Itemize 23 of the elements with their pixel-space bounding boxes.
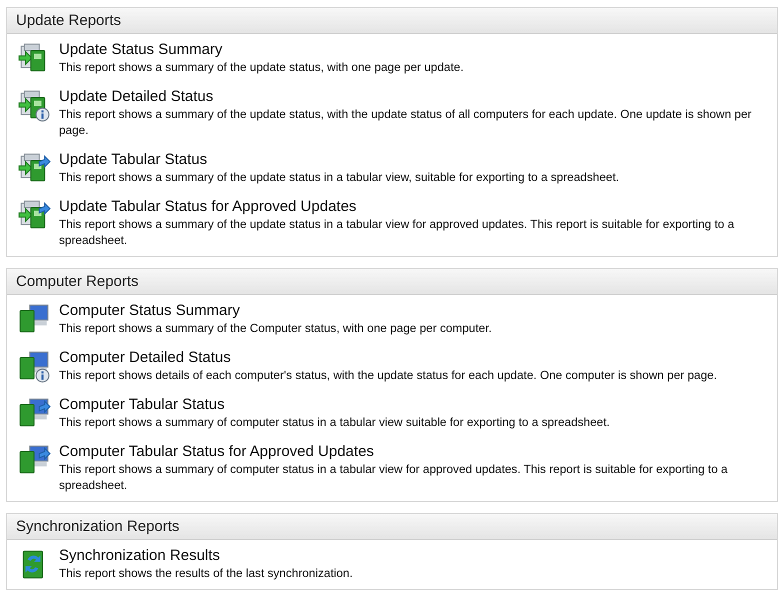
report-description: This report shows a summary of the Computer status, with one page per computer. xyxy=(59,320,492,336)
report-description: This report shows the results of the last synchronization. xyxy=(59,565,353,581)
report-description: This report shows a summary of the update status in a tabular view for approved updates. This report is suitable for exporting to a spreadsheet. xyxy=(59,216,736,248)
report-link[interactable]: Computer Detailed Status xyxy=(59,349,717,367)
report-description: This report shows a summary of computer status in a tabular view suitable for exporting to a spreadsheet. xyxy=(59,414,610,430)
report-link[interactable]: Update Detailed Status xyxy=(59,88,764,106)
report-icon xyxy=(17,88,51,122)
report-link[interactable]: Computer Tabular Status xyxy=(59,396,610,414)
section-header: Update Reports xyxy=(7,8,777,34)
report-description: This report shows a summary of computer status in a tabular view for approved updates. This report is suitable for exporting to a spreadsheet. xyxy=(59,461,729,493)
report-link[interactable]: Update Tabular Status xyxy=(59,151,619,169)
report-icon xyxy=(17,349,51,383)
section-header: Computer Reports xyxy=(7,269,777,295)
report-description: This report shows a summary of the update status, with the update status of all computers for each update. One update is shown per page. xyxy=(59,106,752,138)
report-description: This report shows a summary of the update status in a tabular view, suitable for exporting to a spreadsheet. xyxy=(59,169,619,185)
report-description: This report shows a summary of the update status, with one page per update. xyxy=(59,59,464,75)
section-header: Synchronization Reports xyxy=(7,514,777,540)
report-description: This report shows details of each computer's status, with the update status for each update. One computer is shown per page. xyxy=(59,367,717,383)
report-link[interactable]: Synchronization Results xyxy=(59,547,353,565)
report-link[interactable]: Update Tabular Status for Approved Updates xyxy=(59,198,764,216)
report-link[interactable]: Computer Tabular Status for Approved Updates xyxy=(59,443,764,461)
report-link[interactable]: Update Status Summary xyxy=(59,41,464,59)
report-link[interactable]: Computer Status Summary xyxy=(59,302,492,320)
